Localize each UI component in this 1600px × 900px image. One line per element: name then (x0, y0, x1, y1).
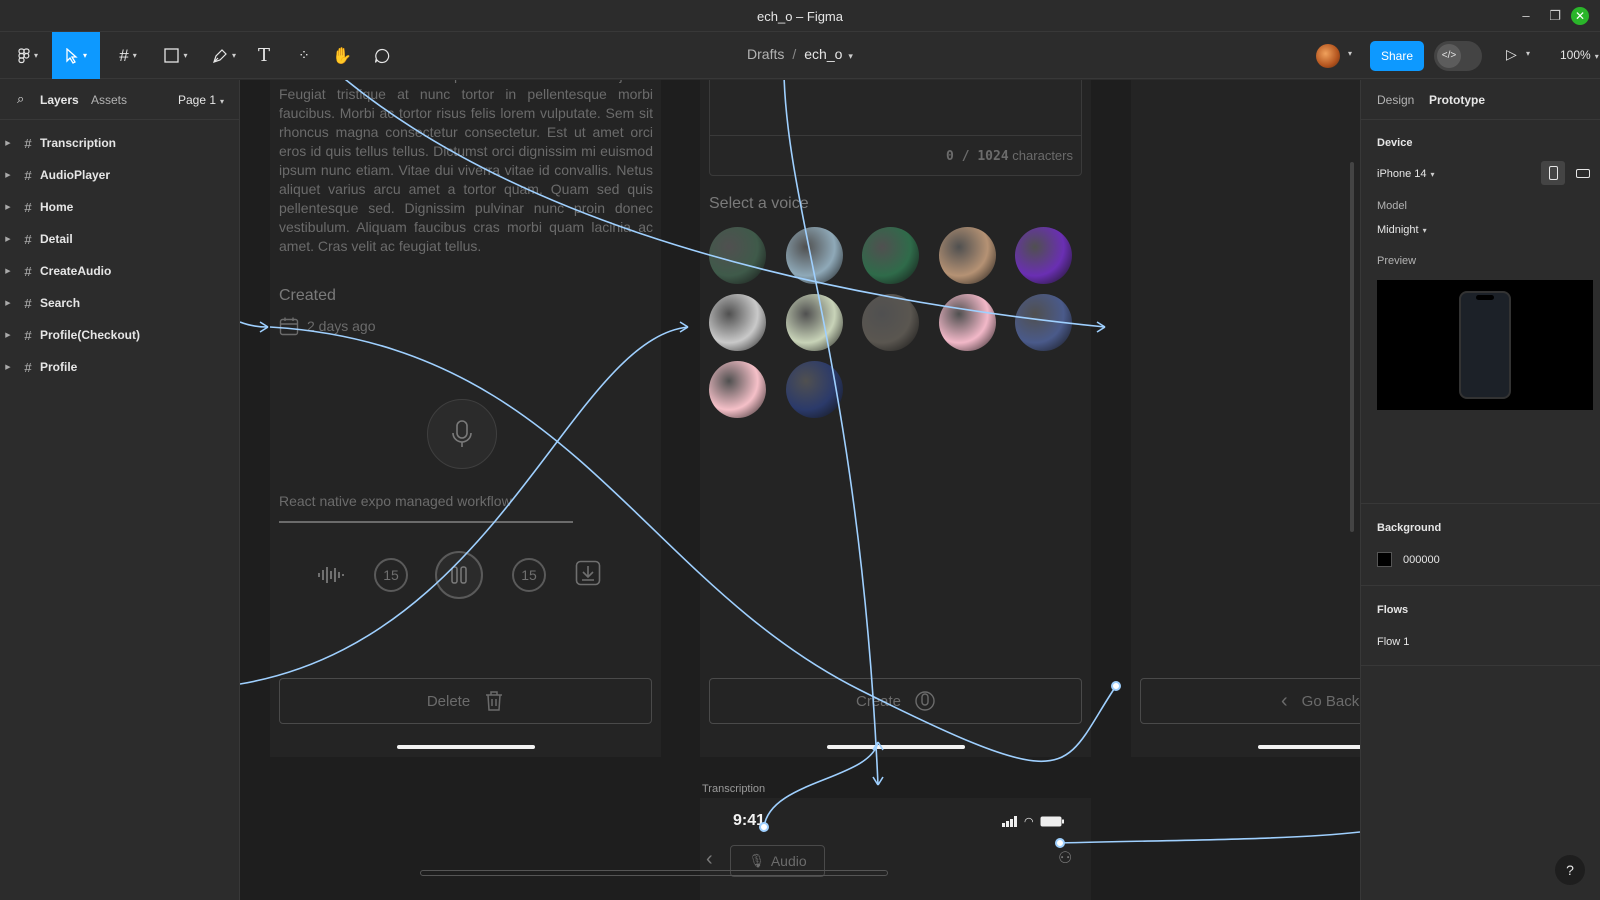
portrait-orientation-button[interactable] (1541, 161, 1565, 185)
expand-arrow-icon[interactable]: ▶ (0, 299, 16, 307)
layer-item[interactable]: ▶ # CreateAudio (0, 255, 240, 287)
layer-name: Profile (40, 360, 78, 374)
expand-arrow-icon[interactable]: ▶ (0, 203, 16, 211)
layer-name: Profile(Checkout) (40, 328, 141, 342)
frame-icon: # (24, 359, 32, 375)
frame-icon: # (24, 167, 32, 183)
share-button[interactable]: Share (1370, 41, 1424, 71)
layers-panel: ⌕ Layers Assets Page 1 ▾ ▶ # Transcription ▶… (0, 80, 240, 900)
frame-icon: # (24, 199, 32, 215)
background-section: Background 000000 (1361, 504, 1600, 586)
search-icon[interactable]: ⌕ (17, 91, 24, 107)
expand-arrow-icon[interactable]: ▶ (0, 171, 16, 179)
breadcrumb-drafts[interactable]: Drafts (747, 46, 784, 62)
close-icon[interactable]: ✕ (1571, 7, 1589, 25)
avatar[interactable] (1316, 44, 1340, 68)
model-select[interactable]: Midnight ▾ (1377, 224, 1427, 236)
tab-prototype[interactable]: Prototype (1429, 93, 1485, 107)
background-color-swatch[interactable] (1377, 552, 1392, 567)
prototype-connections (240, 80, 1360, 848)
frame-icon: # (24, 231, 32, 247)
minimize-icon[interactable]: – (1516, 6, 1536, 26)
expand-arrow-icon[interactable]: ▶ (0, 267, 16, 275)
connection-node (759, 822, 769, 832)
toolbar: ▾ ▾ # ▾ ▾ ▾ T ⁘ ✋ Drafts / ech_o ▾ ▾ Share <… (0, 32, 1600, 79)
preview-label: Preview (1377, 255, 1417, 267)
connection-line (1059, 831, 1360, 844)
layer-name: Search (40, 296, 81, 310)
breadcrumb: Drafts / ech_o ▾ (747, 46, 853, 62)
file-name[interactable]: ech_o (804, 46, 842, 62)
phone-portrait-icon (1548, 166, 1558, 180)
model-label: Model (1377, 200, 1407, 212)
background-hex-value[interactable]: 000000 (1403, 554, 1440, 566)
layer-item[interactable]: ▶ # Profile(Checkout) (0, 319, 240, 351)
layer-name: Transcription (40, 136, 117, 150)
phone-preview-image (1459, 291, 1511, 399)
layer-name: AudioPlayer (40, 168, 111, 182)
background-heading: Background (1377, 522, 1442, 534)
tab-assets[interactable]: Assets (91, 93, 127, 107)
layer-name: Home (40, 200, 74, 214)
device-section: Device iPhone 14 ▾ Model Midnight ▾ Previe… (1361, 120, 1600, 504)
restore-icon[interactable]: ❐ (1545, 6, 1565, 26)
expand-arrow-icon[interactable]: ▶ (0, 331, 16, 339)
chevron-down-icon[interactable]: ▾ (1526, 49, 1530, 58)
expand-arrow-icon[interactable]: ▶ (0, 235, 16, 243)
connection-node (1111, 681, 1121, 691)
connection-line (240, 326, 689, 685)
frame-icon: # (24, 327, 32, 343)
page-selector[interactable]: Page 1 ▾ (178, 93, 224, 107)
device-heading: Device (1377, 137, 1413, 149)
connection-line (763, 741, 879, 828)
title-bar: ech_o – Figma – ❐ ✕ (0, 0, 1600, 32)
connection-node (1055, 838, 1065, 848)
tab-design[interactable]: Design (1377, 93, 1414, 107)
frame-icon: # (24, 295, 32, 311)
landscape-orientation-button[interactable] (1571, 161, 1595, 185)
prototype-panel: Design Prototype Device iPhone 14 ▾ Model… (1360, 80, 1600, 900)
layer-item[interactable]: ▶ # Transcription (0, 127, 240, 159)
frame-icon: # (24, 263, 32, 279)
connection-line (344, 80, 1106, 328)
tab-layers[interactable]: Layers (40, 93, 79, 107)
layer-item[interactable]: ▶ # AudioPlayer (0, 159, 240, 191)
canvas[interactable]: elementum. Odio mauris phasellus at elit… (240, 80, 1360, 900)
zoom-level[interactable]: 100% ▾ (1560, 48, 1599, 62)
window-title: ech_o – Figma (757, 9, 843, 24)
flow-item[interactable]: Flow 1 (1377, 636, 1409, 648)
layer-item[interactable]: ▶ # Search (0, 287, 240, 319)
connection-line (783, 80, 879, 786)
layers-panel-tabs: ⌕ Layers Assets Page 1 ▾ (0, 80, 240, 120)
device-preview (1377, 280, 1593, 410)
layer-name: Detail (40, 232, 73, 246)
connection-line (872, 741, 884, 751)
flows-heading: Flows (1377, 604, 1409, 616)
flows-section: Flows Flow 1 (1361, 586, 1600, 666)
properties-tabs: Design Prototype (1361, 80, 1600, 120)
layer-name: CreateAudio (40, 264, 112, 278)
layer-item[interactable]: ▶ # Detail (0, 223, 240, 255)
layer-item[interactable]: ▶ # Home (0, 191, 240, 223)
phone-landscape-icon (1576, 168, 1590, 178)
frame-icon: # (24, 135, 32, 151)
help-button[interactable]: ? (1555, 855, 1585, 885)
chevron-down-icon[interactable]: ▾ (1348, 49, 1352, 58)
code-icon: </> (1437, 44, 1461, 68)
connection-line (269, 326, 1117, 763)
dev-mode-toggle[interactable]: </> (1434, 41, 1482, 71)
device-select[interactable]: iPhone 14 ▾ (1377, 168, 1435, 180)
chevron-down-icon[interactable]: ▾ (848, 51, 853, 61)
play-icon[interactable]: ▷ (1506, 46, 1517, 63)
expand-arrow-icon[interactable]: ▶ (0, 363, 16, 371)
expand-arrow-icon[interactable]: ▶ (0, 139, 16, 147)
layer-item[interactable]: ▶ # Profile (0, 351, 240, 383)
